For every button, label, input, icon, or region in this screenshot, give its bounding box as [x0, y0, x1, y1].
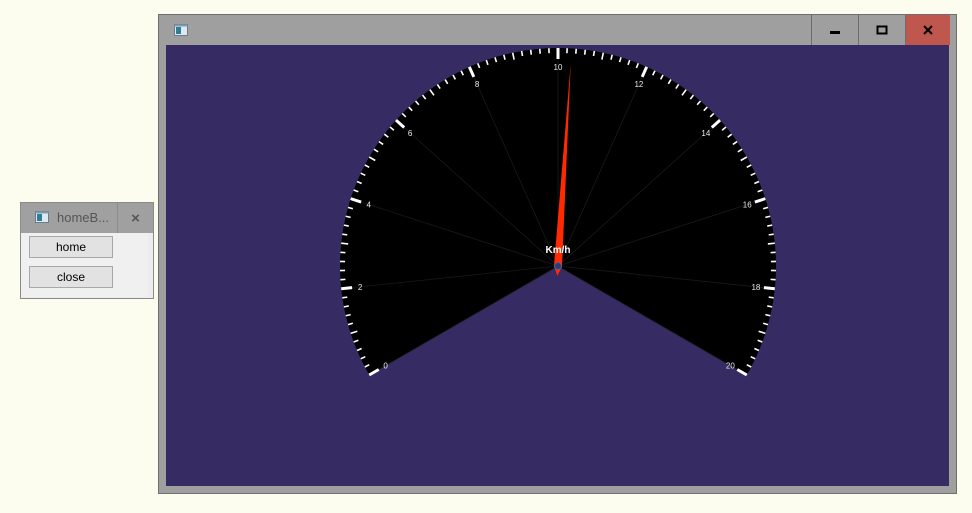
close-icon [923, 25, 933, 35]
gauge-minor-tick [341, 242, 349, 245]
app-window-icon [174, 24, 188, 36]
gauge-major-tick [341, 286, 353, 291]
maximize-icon [876, 25, 887, 35]
gauge-minor-tick [345, 313, 351, 317]
home-window-title: homeB... [57, 210, 110, 225]
maximize-button[interactable] [858, 15, 904, 45]
gauge-tick-label: 12 [634, 80, 643, 89]
gauge-minor-tick [583, 49, 587, 55]
close-button[interactable] [905, 15, 950, 45]
gauge-tick-label: 10 [554, 63, 563, 72]
home-window: homeB... × home close [20, 202, 154, 299]
gauge-tick-label: 20 [726, 362, 735, 371]
speed-gauge: 0 2 4 6 8 10 12 14 16 18 20 Km/h [340, 47, 776, 377]
close-icon[interactable]: × [117, 203, 153, 233]
gauge-tick-label: 16 [743, 201, 752, 210]
gauge-minor-tick [520, 50, 524, 57]
gauge-tick-label: 8 [475, 80, 480, 89]
gauge-minor-tick [765, 215, 771, 219]
gauge-minor-tick [768, 296, 774, 299]
gauge-minor-tick [767, 305, 773, 308]
gauge-minor-tick [345, 215, 351, 219]
gauge-minor-tick [343, 224, 349, 227]
home-window-body: home close [21, 233, 148, 297]
gauge-tick-label: 14 [701, 129, 710, 138]
minimize-icon [829, 31, 840, 34]
gauge-minor-tick [342, 233, 348, 236]
gauge-minor-tick [592, 50, 596, 57]
app-window-icon [35, 211, 49, 223]
home-button[interactable]: home [29, 236, 113, 258]
gauge-minor-tick [767, 224, 773, 227]
gauge-minor-tick [529, 49, 533, 55]
gauge-major-tick [763, 286, 775, 291]
gauge-minor-tick [767, 242, 775, 245]
home-window-titlebar[interactable]: homeB... × [21, 203, 153, 233]
gauge-minor-tick [768, 233, 774, 236]
gauge-tick-label: 2 [358, 283, 363, 292]
gauge-needle-hub [554, 262, 562, 270]
gauge-minor-tick [343, 305, 349, 308]
gauge-window: 0 2 4 6 8 10 12 14 16 18 20 Km/h [158, 14, 957, 494]
minimize-button[interactable] [811, 15, 857, 45]
gauge-tick-label: 4 [367, 201, 372, 210]
gauge-canvas: 0 2 4 6 8 10 12 14 16 18 20 Km/h [166, 45, 949, 486]
gauge-minor-tick [342, 296, 348, 299]
gauge-tick-label: 0 [383, 362, 388, 371]
gauge-minor-tick [765, 313, 771, 317]
gauge-tick-label: 6 [408, 129, 413, 138]
close-button[interactable]: close [29, 266, 113, 288]
gauge-window-titlebar[interactable] [159, 15, 956, 45]
gauge-tick-label: 18 [751, 283, 760, 292]
gauge-unit-label: Km/h [546, 245, 571, 256]
